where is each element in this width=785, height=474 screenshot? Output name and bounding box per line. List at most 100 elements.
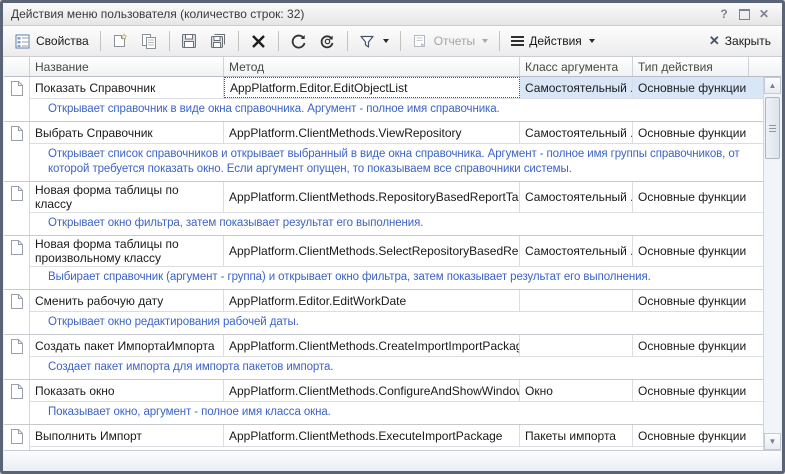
cell-name[interactable]: Сменить рабочую дату — [30, 290, 224, 311]
reports-button[interactable]: Отчеты — [407, 30, 493, 53]
header-method[interactable]: Метод — [224, 57, 520, 76]
delete-button[interactable] — [245, 30, 272, 53]
toolbar-separator — [169, 31, 170, 51]
save-all-button[interactable] — [205, 30, 232, 53]
actions-menu-icon — [511, 36, 524, 46]
cell-arg-class[interactable]: Окно — [520, 380, 633, 401]
cell-name[interactable]: Показать Справочник — [30, 77, 224, 98]
filter-icon — [359, 33, 376, 50]
refresh-all-button[interactable] — [314, 30, 341, 53]
cell-name[interactable]: Новая форма таблицы по классу — [30, 182, 224, 212]
document-icon — [10, 81, 23, 96]
document-icon — [10, 240, 23, 255]
scroll-down-icon[interactable]: ▼ — [764, 433, 781, 450]
row-icon-cell — [4, 425, 30, 450]
table-row[interactable]: Выбрать Справочник AppPlatform.ClientMet… — [4, 122, 763, 182]
row-description: Открывает список справочников и открывае… — [30, 144, 763, 181]
table-row[interactable]: Создать пакет ИмпортаИмпорта AppPlatform… — [4, 335, 763, 380]
row-icon-cell — [4, 182, 30, 235]
maximize-button[interactable] — [734, 6, 754, 22]
new-document-icon — [112, 33, 129, 50]
scrollbar-thumb[interactable] — [765, 97, 780, 159]
properties-icon — [14, 33, 31, 50]
row-description: Открывает окно фильтра, затем показывает… — [30, 213, 763, 235]
cell-name[interactable]: Показать окно — [30, 380, 224, 401]
actions-label: Действия — [529, 34, 582, 48]
table-row[interactable]: Новая форма таблицы по произвольному кла… — [4, 236, 763, 290]
save-button[interactable] — [176, 30, 203, 53]
cell-action-type[interactable]: Основные функции — [633, 425, 763, 446]
document-icon — [10, 384, 23, 399]
table-row[interactable]: Показать Справочник AppPlatform.Editor.E… — [4, 77, 763, 122]
filter-dropdown-caret[interactable] — [383, 39, 389, 43]
actions-dropdown-caret — [589, 39, 595, 43]
filter-button[interactable] — [354, 30, 394, 53]
toolbar-separator — [100, 31, 101, 51]
cell-name[interactable]: Выполнить Импорт — [30, 425, 224, 446]
new-item-button[interactable] — [107, 30, 134, 53]
cell-action-type[interactable]: Основные функции — [633, 236, 763, 266]
cell-action-type[interactable]: Основные функции — [633, 290, 763, 311]
cell-arg-class[interactable]: Самостоятельный ... — [520, 122, 633, 143]
cell-method[interactable]: AppPlatform.ClientMethods.ViewRepository — [224, 122, 520, 143]
row-description: Выбирает справочник (аргумент - группа) … — [30, 267, 763, 289]
table-row[interactable]: Показать окно AppPlatform.ClientMethods.… — [4, 380, 763, 425]
cell-arg-class[interactable]: Самостоятельный ... — [520, 77, 633, 98]
table-row[interactable]: Новая форма таблицы по классу AppPlatfor… — [4, 182, 763, 236]
cell-method[interactable]: AppPlatform.ClientMethods.ExecuteImportP… — [224, 425, 520, 446]
scroll-up-icon[interactable]: ▲ — [764, 77, 781, 94]
document-icon — [10, 126, 23, 141]
toolbar-separator — [278, 31, 279, 51]
cell-arg-class[interactable]: Пакеты импорта — [520, 425, 633, 446]
row-icon-cell — [4, 122, 30, 181]
cell-method[interactable]: AppPlatform.Editor.EditObjectList — [224, 77, 520, 98]
cell-action-type[interactable]: Основные функции — [633, 77, 763, 98]
cell-action-type[interactable]: Основные функции — [633, 335, 763, 356]
cell-arg-class[interactable] — [520, 335, 633, 356]
actions-button[interactable]: Действия — [506, 31, 600, 51]
copy-item-button[interactable] — [136, 30, 163, 53]
table-row[interactable]: Выполнить Импорт AppPlatform.ClientMetho… — [4, 425, 763, 450]
row-icon-cell — [4, 290, 30, 334]
cell-arg-class[interactable]: Самостоятельный ... — [520, 236, 633, 266]
table-row[interactable]: Сменить рабочую дату AppPlatform.Editor.… — [4, 290, 763, 335]
row-icon-cell — [4, 77, 30, 121]
header-action-type[interactable]: Тип действия — [633, 57, 749, 76]
delete-icon — [250, 33, 267, 50]
close-button[interactable]: ✕ Закрыть — [704, 30, 776, 52]
cell-method[interactable]: AppPlatform.ClientMethods.ConfigureAndSh… — [224, 380, 520, 401]
cell-arg-class[interactable] — [520, 290, 633, 311]
cell-name[interactable]: Создать пакет ИмпортаИмпорта — [30, 335, 224, 356]
table: Название Метод Класс аргумента Тип дейст… — [4, 57, 781, 450]
cell-action-type[interactable]: Основные функции — [633, 380, 763, 401]
toolbar-separator — [400, 31, 401, 51]
toolbar-separator — [499, 31, 500, 51]
header-arg-class[interactable]: Класс аргумента — [520, 57, 633, 76]
cell-method[interactable]: AppPlatform.ClientMethods.CreateImportIm… — [224, 335, 520, 356]
cell-arg-class[interactable]: Самостоятельный ... — [520, 182, 633, 212]
save-icon — [181, 33, 198, 50]
cell-method[interactable]: AppPlatform.Editor.EditWorkDate — [224, 290, 520, 311]
cell-name[interactable]: Новая форма таблицы по произвольному кла… — [30, 236, 224, 266]
status-bar — [4, 450, 781, 471]
properties-button[interactable]: Свойства — [9, 30, 94, 53]
help-button[interactable]: ? — [714, 6, 734, 22]
vertical-scrollbar[interactable]: ▲ ▼ — [763, 77, 781, 450]
refresh-button[interactable] — [285, 30, 312, 53]
close-window-button[interactable]: ✕ — [754, 6, 774, 22]
title-bar: Действия меню пользователя (количество с… — [3, 3, 782, 26]
cell-name[interactable]: Выбрать Справочник — [30, 122, 224, 143]
close-label: Закрыть — [725, 34, 771, 48]
reports-dropdown-caret — [482, 39, 488, 43]
cell-action-type[interactable]: Основные функции — [633, 182, 763, 212]
header-name[interactable]: Название — [30, 57, 224, 76]
table-body: Показать Справочник AppPlatform.Editor.E… — [4, 77, 763, 450]
cell-method[interactable]: AppPlatform.ClientMethods.SelectReposito… — [224, 236, 520, 266]
row-description: Открывает окно редактирования рабочей да… — [30, 312, 763, 334]
cell-action-type[interactable]: Основные функции — [633, 122, 763, 143]
save-all-icon — [210, 33, 227, 50]
table-header: Название Метод Класс аргумента Тип дейст… — [4, 57, 781, 77]
properties-label: Свойства — [36, 34, 89, 48]
refresh-all-icon — [319, 33, 336, 50]
cell-method[interactable]: AppPlatform.ClientMethods.RepositoryBase… — [224, 182, 520, 212]
